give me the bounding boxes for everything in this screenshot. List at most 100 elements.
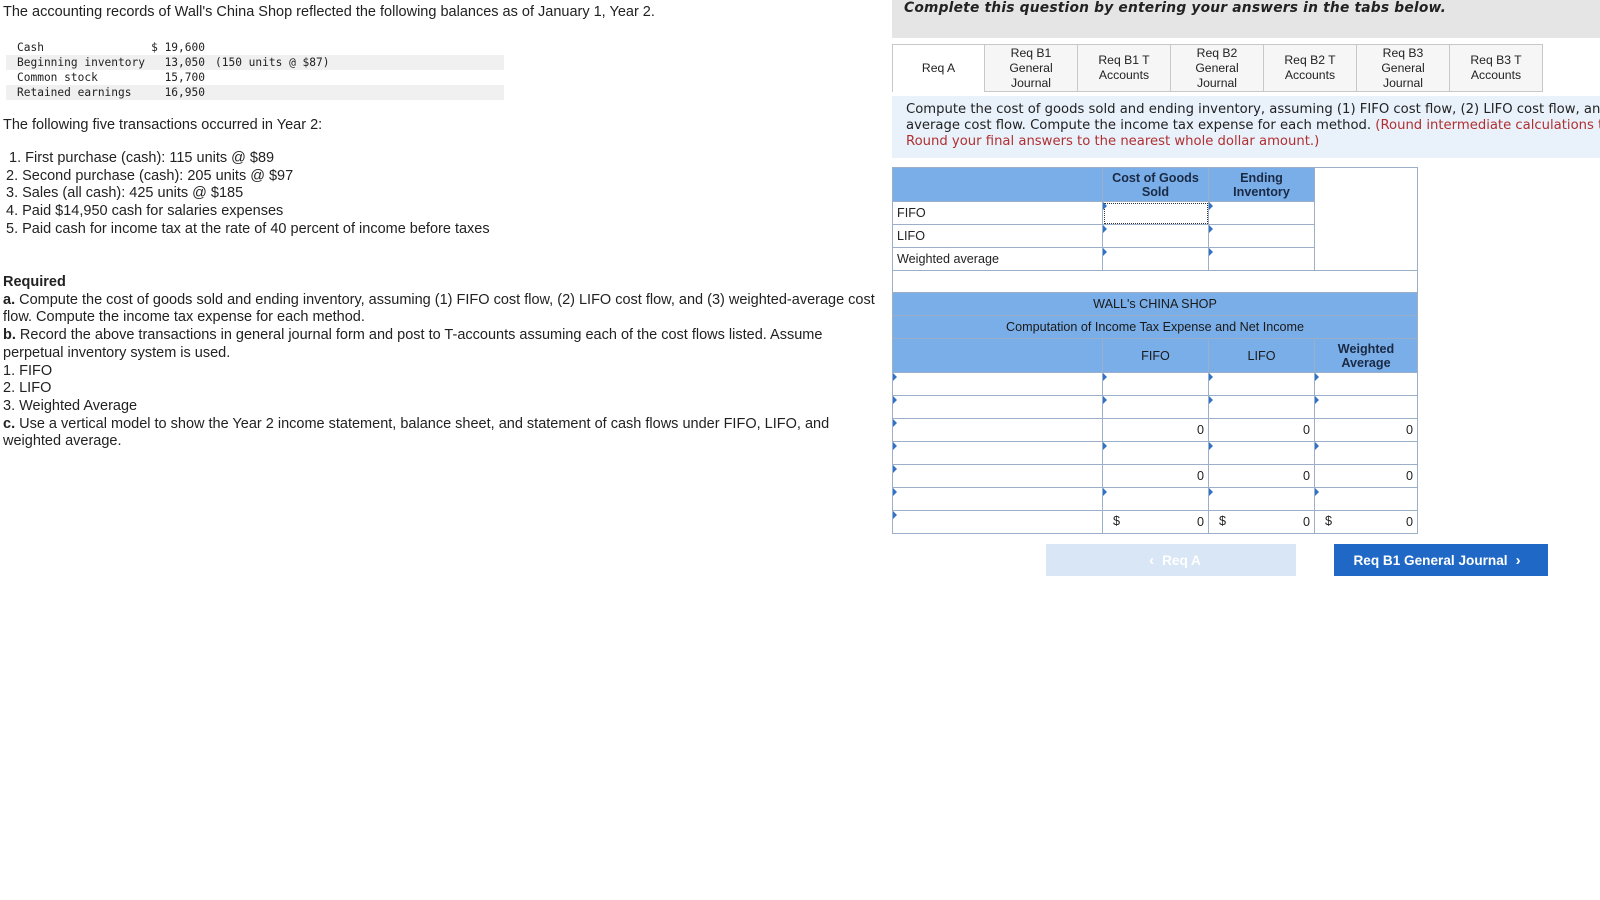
fifo-amount-input[interactable] bbox=[1102, 372, 1209, 396]
wa-amount-field[interactable] bbox=[1319, 377, 1414, 391]
dollar-sign: $ bbox=[1113, 514, 1121, 528]
line-label-input[interactable] bbox=[892, 487, 1103, 511]
income-tax-table: WALL's CHINA SHOP Computation of Income … bbox=[892, 292, 1419, 534]
wa-amount-input[interactable] bbox=[1313, 372, 1419, 396]
lifo-amount-input[interactable] bbox=[1208, 487, 1315, 511]
line-label-field[interactable] bbox=[897, 469, 1098, 483]
table-row: Weighted average bbox=[892, 247, 1418, 271]
wa-total-value: 0 bbox=[1406, 515, 1414, 529]
table-row-total: $0 $0 $0 bbox=[892, 510, 1419, 534]
line-label-field[interactable] bbox=[897, 515, 1098, 529]
fifo-amount-field[interactable] bbox=[1107, 400, 1204, 414]
lifo-amount-input[interactable] bbox=[1208, 441, 1315, 465]
fifo-amount-field[interactable] bbox=[1107, 492, 1204, 506]
tab-req-b3-general-journal[interactable]: Req B3 General Journal bbox=[1357, 44, 1450, 92]
transaction-item: 5. Paid cash for income tax at the rate … bbox=[6, 220, 490, 237]
table-row: FIFO bbox=[892, 201, 1418, 225]
line-label-input[interactable] bbox=[892, 418, 1103, 442]
previous-button[interactable]: ‹ Req A bbox=[1046, 544, 1296, 576]
wa-cogs-input[interactable] bbox=[1102, 247, 1209, 271]
lifo-cogs-input[interactable] bbox=[1102, 224, 1209, 248]
line-label-input[interactable] bbox=[892, 510, 1103, 534]
fifo-subtotal: 0 bbox=[1102, 418, 1209, 442]
lifo-amount-field[interactable] bbox=[1213, 492, 1310, 506]
problem-pane: The accounting records of Wall's China S… bbox=[0, 0, 892, 900]
transaction-item: 1. First purchase (cash): 115 units @ $8… bbox=[9, 150, 275, 166]
req-b-label: b. bbox=[3, 327, 16, 344]
col-cogs-header: Cost of Goods Sold bbox=[1102, 167, 1209, 202]
col-ending-inventory-header: Ending Inventory bbox=[1208, 167, 1315, 202]
table-header-row: FIFO LIFO Weighted Average bbox=[892, 338, 1419, 373]
table-row bbox=[892, 372, 1419, 396]
instruction-text: average cost flow. Compute the income ta… bbox=[906, 118, 1372, 133]
lifo-amount-field[interactable] bbox=[1213, 446, 1310, 460]
rounding-note: (Round intermediate calculations to 2 de… bbox=[1375, 118, 1600, 133]
problem-intro: The accounting records of Wall's China S… bbox=[3, 4, 655, 20]
fifo-amount-field[interactable] bbox=[1107, 446, 1204, 460]
req-a-text: Compute the cost of goods sold and endin… bbox=[15, 291, 875, 308]
fifo-ending-input[interactable] bbox=[1208, 201, 1315, 225]
req-a-line1: a. Compute the cost of goods sold and en… bbox=[3, 292, 892, 310]
tab-req-b1-general-journal[interactable]: Req B1 General Journal bbox=[985, 44, 1078, 92]
line-label-input[interactable] bbox=[892, 372, 1103, 396]
tab-req-b1-t-accounts[interactable]: Req B1 T Accounts bbox=[1078, 44, 1171, 92]
balance-amount: $ 19,600 bbox=[151, 41, 205, 54]
wa-subtotal: 0 bbox=[1313, 464, 1419, 488]
fifo-cogs-field[interactable] bbox=[1107, 206, 1204, 220]
transaction-item: 2. Second purchase (cash): 205 units @ $… bbox=[6, 167, 294, 184]
req-c-line2: weighted average. bbox=[3, 433, 122, 450]
tab-req-b2-t-accounts[interactable]: Req B2 T Accounts bbox=[1264, 44, 1357, 92]
lifo-amount-input[interactable] bbox=[1208, 372, 1315, 396]
table-row bbox=[892, 441, 1419, 465]
wa-total: $0 bbox=[1313, 510, 1419, 534]
fifo-ending-field[interactable] bbox=[1213, 206, 1310, 220]
line-label-field[interactable] bbox=[897, 446, 1098, 460]
lifo-amount-field[interactable] bbox=[1213, 400, 1310, 414]
wa-amount-field[interactable] bbox=[1319, 492, 1414, 506]
balance-row: Cash $ 19,600 bbox=[6, 40, 504, 55]
line-label-input[interactable] bbox=[892, 441, 1103, 465]
next-button[interactable]: Req B1 General Journal › bbox=[1334, 544, 1548, 576]
lifo-ending-field[interactable] bbox=[1213, 229, 1310, 243]
lifo-amount-field[interactable] bbox=[1213, 377, 1310, 391]
previous-button-label: Req A bbox=[1162, 552, 1201, 568]
req-b-text: Record the above transactions in general… bbox=[15, 327, 823, 344]
req-b-line2: perpetual inventory system is used. bbox=[3, 344, 231, 361]
line-label-field[interactable] bbox=[897, 492, 1098, 506]
question-header: Complete this question by entering your … bbox=[892, 0, 1600, 38]
lifo-total-value: 0 bbox=[1302, 515, 1310, 529]
tab-req-b2-general-journal[interactable]: Req B2 General Journal bbox=[1171, 44, 1264, 92]
lifo-amount-input[interactable] bbox=[1208, 395, 1315, 419]
transactions-intro: The following five transactions occurred… bbox=[3, 117, 323, 133]
wa-amount-input[interactable] bbox=[1313, 441, 1419, 465]
wa-ending-input[interactable] bbox=[1208, 247, 1315, 271]
balance-amount: 15,700 bbox=[164, 71, 205, 84]
fifo-cogs-input[interactable] bbox=[1102, 201, 1209, 225]
req-b-item: 2. LIFO bbox=[3, 380, 52, 397]
line-label-field[interactable] bbox=[897, 400, 1098, 414]
table-header-row: Cost of Goods Sold Ending Inventory bbox=[892, 167, 1418, 202]
header-spacer bbox=[1314, 167, 1418, 202]
line-label-input[interactable] bbox=[892, 395, 1103, 419]
tab-req-b3-t-accounts[interactable]: Req B3 T Accounts bbox=[1450, 44, 1543, 92]
line-label-field[interactable] bbox=[897, 423, 1098, 437]
fifo-amount-input[interactable] bbox=[1102, 395, 1209, 419]
tab-req-a[interactable]: Req A bbox=[892, 44, 985, 92]
wa-cogs-field[interactable] bbox=[1107, 252, 1204, 266]
wa-amount-input[interactable] bbox=[1313, 487, 1419, 511]
wa-amount-field[interactable] bbox=[1319, 400, 1414, 414]
balance-label: Cash bbox=[17, 41, 44, 54]
fifo-amount-input[interactable] bbox=[1102, 487, 1209, 511]
wa-ending-field[interactable] bbox=[1213, 252, 1310, 266]
balance-label: Retained earnings bbox=[6, 85, 145, 100]
wa-amount-field[interactable] bbox=[1319, 446, 1414, 460]
fifo-amount-field[interactable] bbox=[1107, 377, 1204, 391]
req-c-text: Use a vertical model to show the Year 2 … bbox=[15, 415, 830, 432]
wa-amount-input[interactable] bbox=[1313, 395, 1419, 419]
line-label-field[interactable] bbox=[897, 377, 1098, 391]
lifo-cogs-field[interactable] bbox=[1107, 229, 1204, 243]
line-label-input[interactable] bbox=[892, 464, 1103, 488]
lifo-ending-input[interactable] bbox=[1208, 224, 1315, 248]
fifo-amount-input[interactable] bbox=[1102, 441, 1209, 465]
wa-subtotal: 0 bbox=[1313, 418, 1419, 442]
